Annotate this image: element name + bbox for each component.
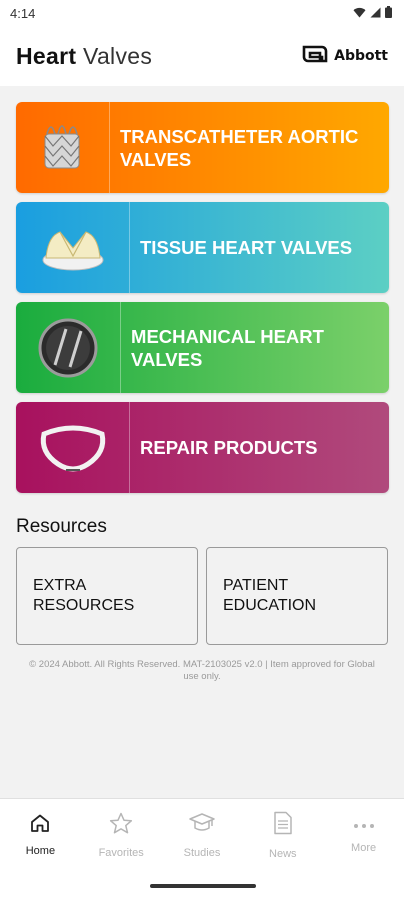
- card-mechanical-heart-valves[interactable]: MECHANICAL HEART VALVES: [16, 302, 389, 393]
- tissue-valve-icon: [16, 202, 130, 293]
- document-icon: [273, 811, 293, 840]
- signal-icon: [370, 6, 381, 21]
- card-tissue-heart-valves[interactable]: TISSUE HEART VALVES: [16, 202, 389, 293]
- abbott-logo-icon: [302, 45, 328, 68]
- card-label: MECHANICAL HEART VALVES: [131, 325, 324, 370]
- repair-ring-icon: [16, 402, 130, 493]
- card-label: TISSUE HEART VALVES: [140, 237, 353, 258]
- brand-label: Abbott: [334, 48, 388, 64]
- tab-label: Favorites: [98, 846, 144, 859]
- app-title-light: Valves: [83, 42, 153, 69]
- tab-more[interactable]: More: [323, 799, 404, 871]
- card-label: TRANSCATHETER AORTIC VALVES: [119, 125, 359, 170]
- battery-icon: [385, 5, 392, 21]
- tab-home[interactable]: Home: [0, 799, 81, 871]
- brand-logo: Abbott: [302, 45, 388, 68]
- home-indicator: [150, 884, 256, 888]
- tab-studies[interactable]: Studies: [162, 799, 243, 871]
- tab-favorites[interactable]: Favorites: [81, 799, 162, 871]
- bottom-tab-bar: Home Favorites Studies News More: [0, 798, 404, 900]
- extra-resources-button[interactable]: EXTRA RESOURCES: [16, 547, 198, 645]
- more-dots-icon: [353, 816, 375, 834]
- tab-label: News: [269, 847, 297, 860]
- tab-label: Home: [25, 844, 56, 857]
- tab-label: More: [351, 842, 377, 854]
- star-icon: [109, 812, 133, 839]
- tab-label: Studies: [183, 846, 221, 859]
- category-list: TRANSCATHETER AORTIC VALVES TISSUE HEART…: [16, 102, 389, 502]
- app-title-bold: Heart: [16, 42, 77, 69]
- patient-education-button[interactable]: PATIENT EDUCATION: [206, 547, 388, 645]
- mechanical-valve-icon: [16, 302, 122, 393]
- status-bar: 4:14: [0, 0, 404, 26]
- card-transcatheter-aortic-valves[interactable]: TRANSCATHETER AORTIC VALVES: [16, 102, 389, 193]
- card-label: REPAIR PRODUCTS: [140, 437, 318, 458]
- app-title: Heart Valves: [16, 43, 152, 70]
- app-header: Heart Valves Abbott: [0, 26, 404, 86]
- resources-heading: Resources: [16, 516, 107, 537]
- status-icons: [353, 5, 392, 21]
- wifi-icon: [353, 6, 366, 21]
- card-repair-products[interactable]: REPAIR PRODUCTS: [16, 402, 389, 493]
- stent-valve-icon: [16, 102, 110, 193]
- graduation-cap-icon: [189, 812, 215, 839]
- tab-news[interactable]: News: [242, 799, 323, 871]
- home-icon: [30, 814, 50, 837]
- copyright-text: © 2024 Abbott. All Rights Reserved. MAT-…: [29, 659, 375, 682]
- status-time: 4:14: [10, 5, 36, 21]
- resources-buttons: EXTRA RESOURCES PATIENT EDUCATION: [16, 547, 389, 645]
